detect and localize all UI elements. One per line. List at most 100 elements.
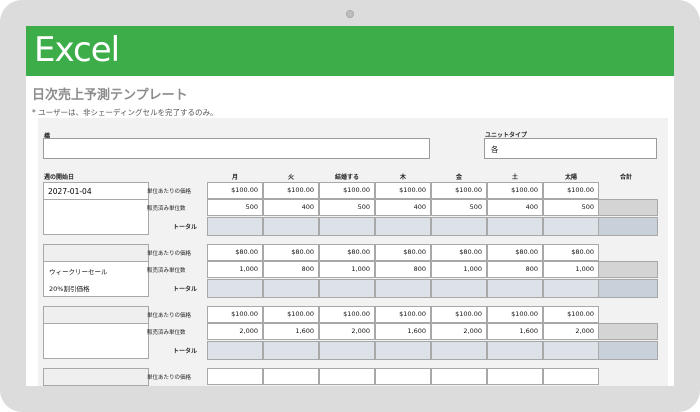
- row-label-price: 単位あたりの価格: [147, 189, 192, 195]
- block-notes-box[interactable]: 2027-01-04: [43, 182, 149, 235]
- price-cell[interactable]: $80.00: [375, 244, 431, 261]
- total-cell: [319, 279, 375, 298]
- price-cell[interactable]: [375, 368, 431, 385]
- day-header: 結婚する: [334, 174, 359, 181]
- price-cell[interactable]: $100.00: [431, 306, 487, 323]
- price-cell[interactable]: $100.00: [375, 182, 431, 199]
- total-cell: [263, 341, 319, 360]
- price-cell[interactable]: [487, 368, 543, 385]
- units-cell[interactable]: 1,600: [375, 323, 431, 340]
- week-start-label: 週の開始日: [44, 174, 75, 181]
- block-note: 20%割引価格: [49, 285, 90, 293]
- price-cell[interactable]: $80.00: [207, 244, 263, 261]
- price-cell[interactable]: [263, 368, 319, 385]
- units-cell[interactable]: 1,000: [319, 261, 375, 278]
- total-cell: [207, 279, 263, 298]
- units-cell[interactable]: 800: [263, 261, 319, 278]
- units-cell[interactable]: 2,000: [319, 323, 375, 340]
- price-cell[interactable]: $80.00: [263, 244, 319, 261]
- price-cell[interactable]: $100.00: [543, 306, 599, 323]
- price-cell[interactable]: $100.00: [543, 182, 599, 199]
- units-cell[interactable]: 1,600: [487, 323, 543, 340]
- price-cell[interactable]: $80.00: [319, 244, 375, 261]
- spreadsheet-area: 橋 ユニットタイプ 各 週の開始日 月火結婚する木金土太陽 合計 2027-01-0…: [38, 118, 668, 386]
- price-cell[interactable]: $80.00: [543, 244, 599, 261]
- total-cell: [487, 279, 543, 298]
- block-date[interactable]: [44, 369, 148, 386]
- block-notes-box[interactable]: [43, 368, 149, 386]
- total-cell: [431, 217, 487, 236]
- brand-name: Excel: [34, 30, 120, 70]
- total-column-cell: [598, 261, 658, 278]
- units-cell[interactable]: 1,000: [543, 261, 599, 278]
- total-column-cell: [598, 341, 658, 360]
- units-cell[interactable]: 2,000: [207, 323, 263, 340]
- total-cell: [207, 341, 263, 360]
- total-column-cell: [598, 279, 658, 298]
- block-notes-box[interactable]: [43, 306, 149, 359]
- day-header: 火: [287, 174, 294, 181]
- units-cell[interactable]: 1,600: [263, 323, 319, 340]
- price-cell[interactable]: $100.00: [487, 306, 543, 323]
- units-cell[interactable]: 400: [263, 199, 319, 216]
- units-cell[interactable]: 500: [431, 199, 487, 216]
- units-cell[interactable]: 1,000: [207, 261, 263, 278]
- row-label-units: 販売済み単位数: [147, 206, 186, 212]
- price-cell[interactable]: $100.00: [263, 182, 319, 199]
- row-label-units: 販売済み単位数: [147, 330, 186, 336]
- total-cell: [207, 217, 263, 236]
- total-cell: [319, 217, 375, 236]
- total-cell: [543, 341, 599, 360]
- price-cell[interactable]: [319, 368, 375, 385]
- unit-type-input[interactable]: 各: [484, 138, 657, 159]
- row-label-price: 単位あたりの価格: [147, 313, 192, 319]
- units-cell[interactable]: 800: [375, 261, 431, 278]
- units-cell[interactable]: 400: [487, 199, 543, 216]
- price-cell[interactable]: $100.00: [319, 182, 375, 199]
- total-cell: [431, 279, 487, 298]
- page-title: 日次売上予測テンプレート: [32, 88, 188, 103]
- price-cell[interactable]: $100.00: [319, 306, 375, 323]
- block-date[interactable]: [44, 245, 148, 262]
- units-cell[interactable]: 500: [543, 199, 599, 216]
- units-cell[interactable]: 2,000: [431, 323, 487, 340]
- instruction-note: * ユーザーは、非シェーディングセルを完了するのみ。: [32, 108, 218, 117]
- price-cell[interactable]: $80.00: [431, 244, 487, 261]
- units-cell[interactable]: 1,000: [431, 261, 487, 278]
- total-cell: [543, 217, 599, 236]
- total-column-cell: [598, 323, 658, 340]
- total-cell: [375, 279, 431, 298]
- screen: Excel 日次売上予測テンプレート * ユーザーは、非シェーディングセルを完了…: [26, 26, 674, 386]
- day-header: 月: [231, 174, 238, 181]
- price-cell[interactable]: $100.00: [207, 182, 263, 199]
- device-frame: Excel 日次売上予測テンプレート * ユーザーは、非シェーディングセルを完了…: [0, 0, 700, 412]
- total-cell: [543, 279, 599, 298]
- total-cell: [263, 279, 319, 298]
- day-header: 木: [399, 174, 406, 181]
- item-input[interactable]: [43, 138, 430, 159]
- price-cell[interactable]: $100.00: [207, 306, 263, 323]
- row-label-price: 単位あたりの価格: [147, 251, 192, 257]
- price-cell[interactable]: $100.00: [431, 182, 487, 199]
- units-cell[interactable]: 500: [207, 199, 263, 216]
- block-note: ウィークリーセール: [49, 268, 108, 276]
- block-date[interactable]: 2027-01-04: [44, 183, 148, 200]
- total-cell: [375, 217, 431, 236]
- camera-dot: [346, 10, 354, 18]
- price-cell[interactable]: $80.00: [487, 244, 543, 261]
- row-label-total: トータル: [173, 286, 198, 293]
- price-cell[interactable]: [431, 368, 487, 385]
- price-cell[interactable]: $100.00: [487, 182, 543, 199]
- price-cell[interactable]: [543, 368, 599, 385]
- block-date[interactable]: [44, 307, 148, 324]
- units-cell[interactable]: 500: [319, 199, 375, 216]
- price-cell[interactable]: [207, 368, 263, 385]
- total-cell: [431, 341, 487, 360]
- total-cell: [487, 217, 543, 236]
- units-cell[interactable]: 400: [375, 199, 431, 216]
- units-cell[interactable]: 2,000: [543, 323, 599, 340]
- price-cell[interactable]: $100.00: [263, 306, 319, 323]
- units-cell[interactable]: 800: [487, 261, 543, 278]
- price-cell[interactable]: $100.00: [375, 306, 431, 323]
- day-header: 土: [511, 174, 518, 181]
